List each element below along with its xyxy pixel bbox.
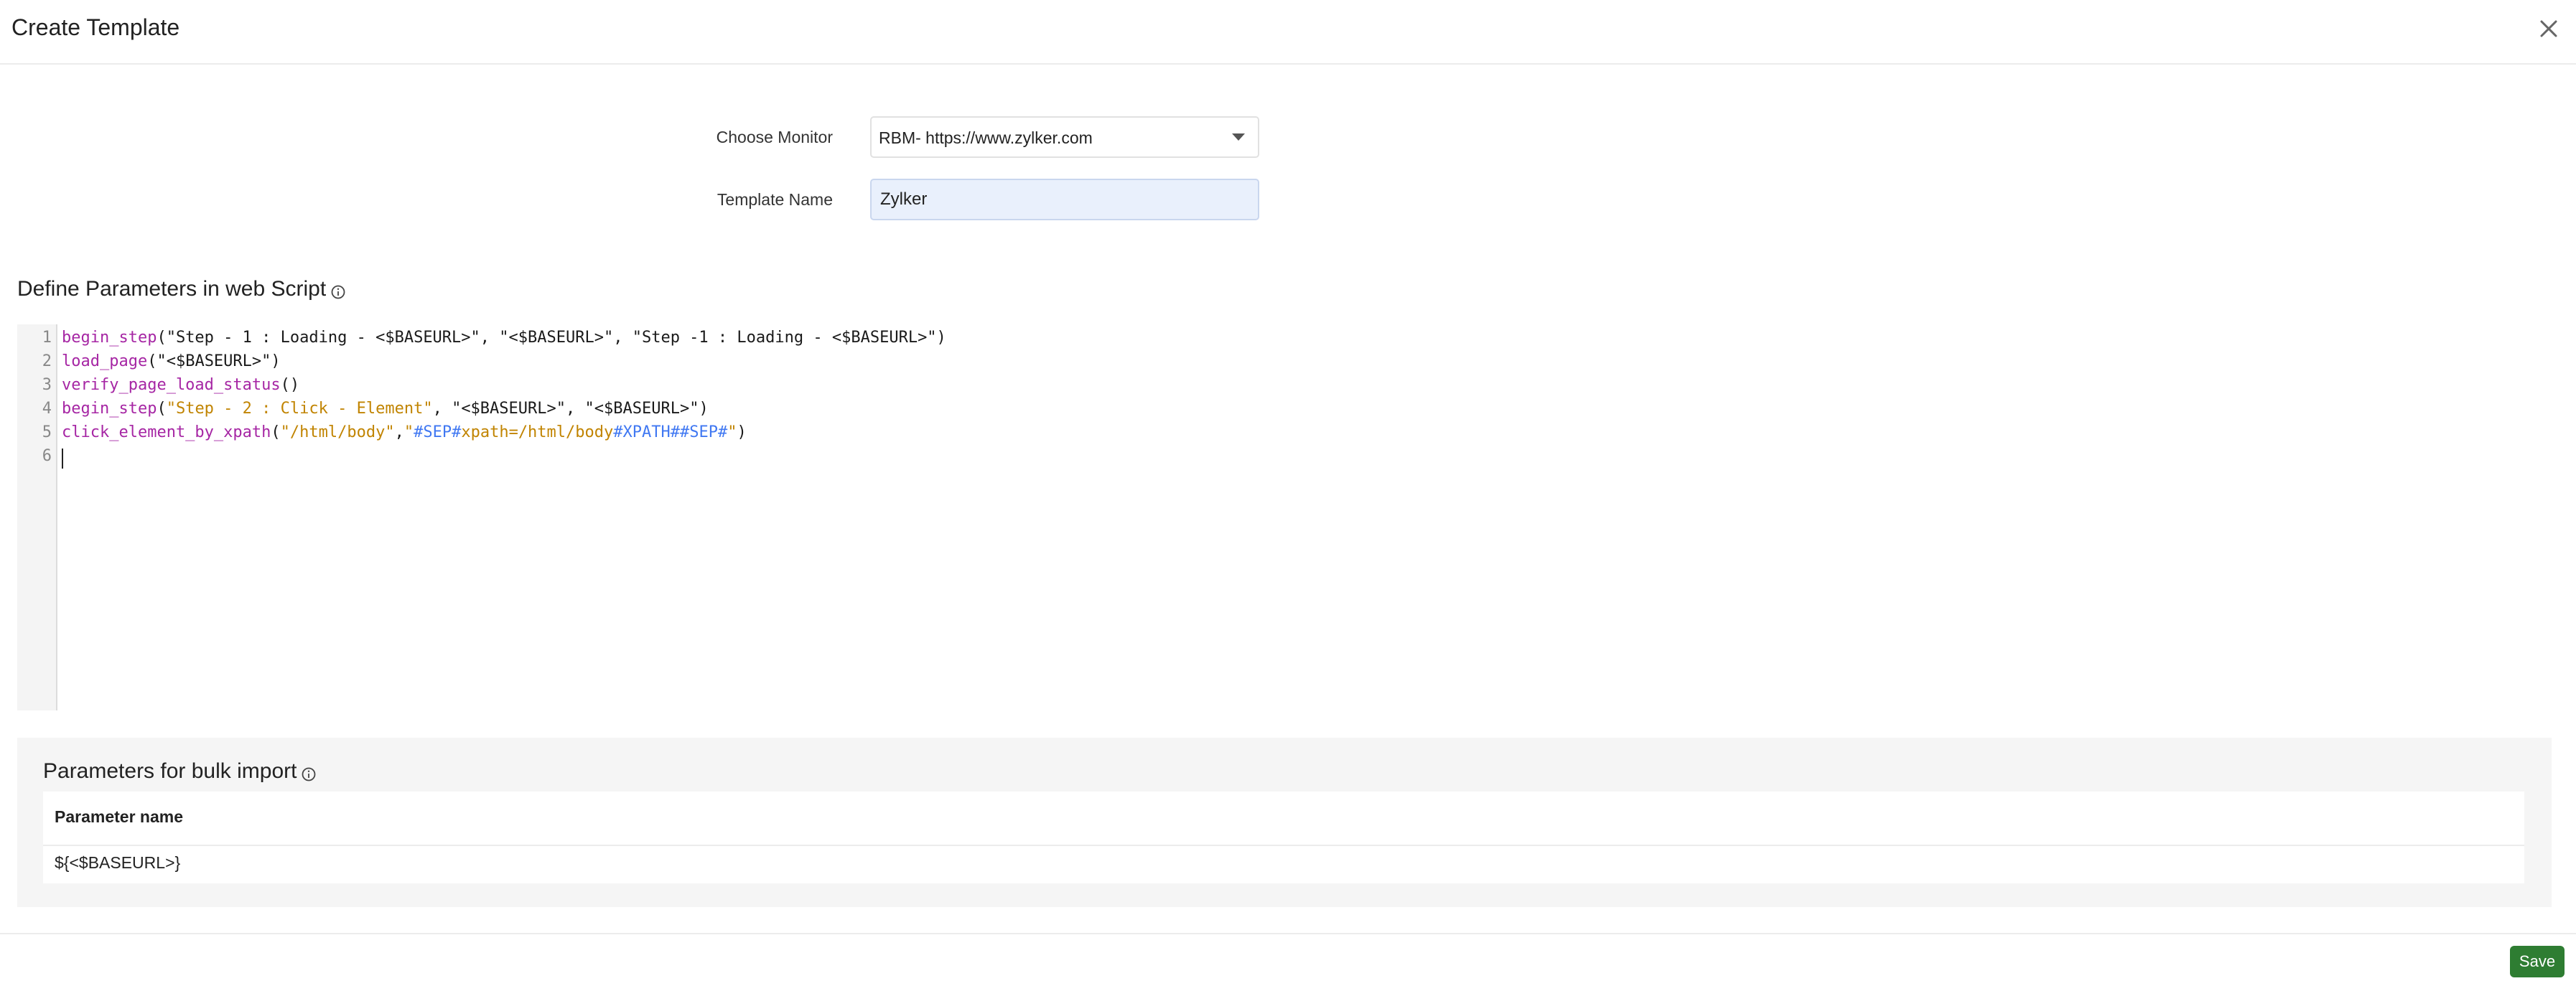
- script-section-title-text: Define Parameters in web Script: [17, 277, 327, 301]
- line-number: 2: [42, 352, 52, 370]
- dialog-title: Create Template: [11, 14, 180, 40]
- close-icon: [2540, 20, 2557, 37]
- save-button[interactable]: Save: [2510, 946, 2565, 977]
- code-token: (: [157, 400, 167, 418]
- code-token: ": [727, 423, 737, 441]
- code-line: verify_page_load_status(): [62, 376, 299, 394]
- info-icon[interactable]: [330, 281, 346, 299]
- code-token: ): [737, 423, 747, 441]
- code-token: load_page: [62, 352, 148, 370]
- table-divider: [43, 845, 2524, 846]
- bulk-import-title-text: Parameters for bulk import: [43, 759, 297, 783]
- text-cursor: [62, 449, 63, 469]
- code-line: click_element_by_xpath("/html/body","#SE…: [62, 423, 747, 441]
- code-token: (): [280, 376, 300, 394]
- code-token: ("<$BASEURL>"): [147, 352, 281, 370]
- monitor-row: Choose Monitor RBM- https://www.zylker.c…: [0, 116, 2576, 159]
- code-line: begin_step("Step - 1 : Loading - <$BASEU…: [62, 329, 946, 347]
- code-token: ": [403, 423, 414, 441]
- code-token: xpath=/html/body: [461, 423, 614, 441]
- bulk-import-panel: Parameters for bulk import Parameter nam…: [17, 738, 2552, 907]
- code-token: "Step - 2 : Click - Element": [166, 400, 433, 418]
- line-number-gutter: 1 2 3 4 5 6: [17, 324, 57, 710]
- code-token: , "<$BASEURL>", "<$BASEURL>"): [432, 400, 709, 418]
- code-token: #SEP#: [414, 423, 462, 441]
- line-number: 3: [42, 376, 52, 394]
- code-line: load_page("<$BASEURL>"): [62, 352, 281, 370]
- script-section-title: Define Parameters in web Script: [17, 277, 346, 301]
- code-token: ("Step - 1 : Loading - <$BASEURL>", "<$B…: [157, 329, 946, 347]
- close-button[interactable]: [2534, 14, 2563, 43]
- code-token: ,: [394, 423, 404, 441]
- info-icon[interactable]: [301, 764, 317, 781]
- code-token: (: [271, 423, 281, 441]
- line-number: 6: [42, 447, 52, 465]
- code-token: begin_step: [62, 329, 157, 347]
- line-number: 5: [42, 423, 52, 441]
- script-editor[interactable]: 123456 begin_step("Step - 1 : Loading - …: [17, 324, 2552, 710]
- monitor-select-value: RBM- https://www.zylker.com: [879, 128, 1093, 147]
- line-number: 1: [42, 329, 52, 347]
- chevron-down-icon: [1232, 133, 1245, 141]
- parameters-table: Parameter name ${<$BASEURL>}: [43, 792, 2524, 883]
- code-token: #XPATH##SEP#: [613, 423, 728, 441]
- code-line: begin_step("Step - 2 : Click - Element",…: [62, 400, 709, 418]
- parameter-name-header: Parameter name: [55, 807, 183, 826]
- monitor-label: Choose Monitor: [716, 128, 833, 146]
- monitor-select[interactable]: RBM- https://www.zylker.com: [870, 116, 1259, 158]
- dialog-footer: Save: [0, 933, 2576, 986]
- line-number: 4: [42, 400, 52, 418]
- bulk-import-title: Parameters for bulk import: [43, 759, 317, 784]
- template-name-row: Template Name: [0, 179, 2576, 222]
- code-token: verify_page_load_status: [62, 376, 281, 394]
- dialog-header: Create Template: [0, 0, 2576, 65]
- code-token: click_element_by_xpath: [62, 423, 271, 441]
- template-name-input[interactable]: [870, 179, 1259, 220]
- template-name-label: Template Name: [717, 190, 833, 209]
- code-token: begin_step: [62, 400, 157, 418]
- table-row: ${<$BASEURL>}: [55, 853, 181, 872]
- code-token: "/html/body": [280, 423, 395, 441]
